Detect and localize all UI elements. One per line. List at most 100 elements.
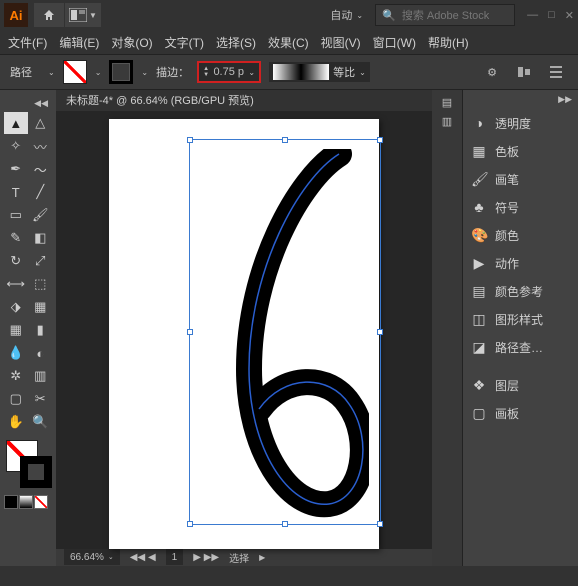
chevron-down-icon[interactable]: ⌄ — [95, 68, 102, 77]
properties-icon[interactable]: ▤ — [442, 96, 452, 109]
symbol-sprayer-tool[interactable]: ✲ — [4, 365, 28, 387]
graphicstyles-icon: ◫ — [471, 311, 487, 328]
symbols-icon: ♣ — [471, 199, 487, 215]
menu-help[interactable]: 帮助(H) — [428, 34, 469, 51]
page-nav-prev[interactable]: ◀◀ ◀ — [130, 552, 156, 563]
swatches-icon: ▦ — [471, 143, 487, 160]
artwork-six-glyph — [199, 149, 369, 519]
canvas[interactable]: 描边粗细 — [56, 111, 432, 549]
pen-tool[interactable]: ✒ — [4, 158, 28, 180]
sliders-icon: ⚙ — [487, 66, 497, 79]
panel-pathfinder[interactable]: ◪路径查… — [463, 333, 578, 361]
artboard-number[interactable]: 1 — [166, 549, 184, 565]
search-stock-input[interactable]: 🔍 搜索 Adobe Stock — [375, 4, 515, 26]
minimize-button[interactable]: — — [527, 9, 538, 22]
menu-type[interactable]: 文字(T) — [165, 34, 204, 51]
panel-colorguide[interactable]: ▤颜色参考 — [463, 277, 578, 305]
scale-tool[interactable]: ⤢ — [29, 250, 53, 272]
mesh-tool[interactable]: ▦ — [4, 319, 28, 341]
hand-tool[interactable]: ✋ — [4, 411, 28, 433]
layers-icon: ❖ — [471, 377, 487, 394]
magic-wand-tool[interactable]: ✧ — [4, 135, 28, 157]
graph-tool[interactable]: ▥ — [29, 365, 53, 387]
collapse-icon[interactable]: ◀◀ — [34, 98, 48, 109]
panel-menu-button[interactable] — [544, 60, 568, 84]
menu-object[interactable]: 对象(O) — [111, 34, 152, 51]
menu-file[interactable]: 文件(F) — [8, 34, 47, 51]
workspace-layout-button[interactable]: ▼ — [65, 3, 101, 27]
page-nav-next[interactable]: ▶ ▶▶ — [193, 552, 219, 563]
width-tool[interactable]: ⟷ — [4, 273, 28, 295]
fill-color-swatch[interactable] — [63, 60, 87, 84]
panel-graphicstyles[interactable]: ◫图形样式 — [463, 305, 578, 333]
shape-builder-tool[interactable]: ⬗ — [4, 296, 28, 318]
type-tool[interactable]: T — [4, 181, 28, 203]
menu-edit[interactable]: 编辑(E) — [59, 34, 99, 51]
blend-tool[interactable]: ◐ — [29, 342, 53, 364]
layout-auto-dropdown[interactable]: 自动 ⌄ — [330, 7, 363, 23]
home-button[interactable] — [34, 3, 64, 27]
none-mode[interactable] — [34, 495, 48, 509]
panel-color[interactable]: 🎨颜色 — [463, 221, 578, 249]
artboard-tool[interactable]: ▢ — [4, 388, 28, 410]
libraries-icon[interactable]: ▥ — [442, 115, 452, 128]
shaper-tool[interactable]: ✎ — [4, 227, 28, 249]
zoom-level[interactable]: 66.64% ⌄ — [64, 549, 120, 565]
brush-tool[interactable]: 🖌 — [29, 204, 53, 226]
app-logo: Ai — [4, 3, 28, 27]
stroke-indicator[interactable] — [20, 456, 52, 488]
panel-layers[interactable]: ❖图层 — [463, 371, 578, 399]
chevron-down-icon: ⌄ — [356, 11, 363, 20]
status-chevron[interactable]: ▶ — [259, 553, 265, 562]
menu-icon — [546, 62, 566, 82]
tools-panel: ◀◀ ▲△ ✧〰 ✒〜 T╱ ▭🖌 ✎◧ ↻⤢ ⟷⬚ ⬗▦ ▦▮ 💧◐ ✲▥ ▢… — [0, 90, 56, 566]
panel-actions[interactable]: ▶动作 — [463, 249, 578, 277]
lasso-tool[interactable]: 〰 — [29, 135, 53, 157]
rectangle-tool[interactable]: ▭ — [4, 204, 28, 226]
stroke-color-swatch[interactable] — [109, 60, 133, 84]
brushes-icon: 🖌 — [471, 171, 487, 188]
stroke-weight-input[interactable]: ▲▼ 0.75 p ⌄ — [197, 61, 261, 83]
line-tool[interactable]: ╱ — [29, 181, 53, 203]
zoom-tool[interactable]: 🔍 — [29, 411, 53, 433]
panel-swatches[interactable]: ▦色板 — [463, 137, 578, 165]
chevron-down-icon[interactable]: ⌄ — [141, 68, 148, 77]
panel-transparency[interactable]: ◑透明度 — [463, 109, 578, 137]
free-transform-tool[interactable]: ⬚ — [29, 273, 53, 295]
gradient-tool[interactable]: ▮ — [29, 319, 53, 341]
color-mode[interactable] — [4, 495, 18, 509]
search-icon: 🔍 — [382, 9, 396, 22]
selection-type-label: 路径 — [10, 64, 32, 80]
panel-artboards[interactable]: ▢画板 — [463, 399, 578, 427]
eraser-tool[interactable]: ◧ — [29, 227, 53, 249]
close-button[interactable]: ✕ — [565, 9, 574, 22]
panel-symbols[interactable]: ♣符号 — [463, 193, 578, 221]
panel-dock: ▶▶ ◑透明度 ▦色板 🖌画笔 ♣符号 🎨颜色 ▶动作 ▤颜色参考 ◫图形样式 … — [462, 90, 578, 566]
selection-tool[interactable]: ▲ — [4, 112, 28, 134]
pathfinder-icon: ◪ — [471, 339, 487, 356]
menu-select[interactable]: 选择(S) — [216, 34, 256, 51]
slice-tool[interactable]: ✂ — [29, 388, 53, 410]
menu-view[interactable]: 视图(V) — [321, 34, 361, 51]
maximize-button[interactable]: □ — [548, 9, 555, 22]
perspective-tool[interactable]: ▦ — [29, 296, 53, 318]
prefs-button[interactable]: ⚙ — [480, 60, 504, 84]
chevron-down-icon[interactable]: ⌄ — [48, 68, 55, 77]
direct-selection-tool[interactable]: △ — [29, 112, 53, 134]
document-tab[interactable]: 未标题-4* @ 66.64% (RGB/GPU 预览) — [56, 90, 432, 111]
colorguide-icon: ▤ — [471, 283, 487, 300]
curvature-tool[interactable]: 〜 — [29, 158, 53, 180]
menu-effect[interactable]: 效果(C) — [268, 34, 309, 51]
status-mode: 选择 — [229, 550, 249, 565]
artboards-icon: ▢ — [471, 405, 487, 422]
gradient-mode[interactable] — [19, 495, 33, 509]
expand-icon[interactable]: ▶▶ — [558, 94, 572, 105]
variable-width-profile[interactable]: 等比 ⌄ — [269, 62, 370, 82]
rotate-tool[interactable]: ↻ — [4, 250, 28, 272]
panel-brushes[interactable]: 🖌画笔 — [463, 165, 578, 193]
menu-window[interactable]: 窗口(W) — [373, 34, 416, 51]
eyedropper-tool[interactable]: 💧 — [4, 342, 28, 364]
align-button[interactable] — [512, 60, 536, 84]
actions-icon: ▶ — [471, 255, 487, 272]
chevron-down-icon: ▼ — [89, 11, 97, 20]
